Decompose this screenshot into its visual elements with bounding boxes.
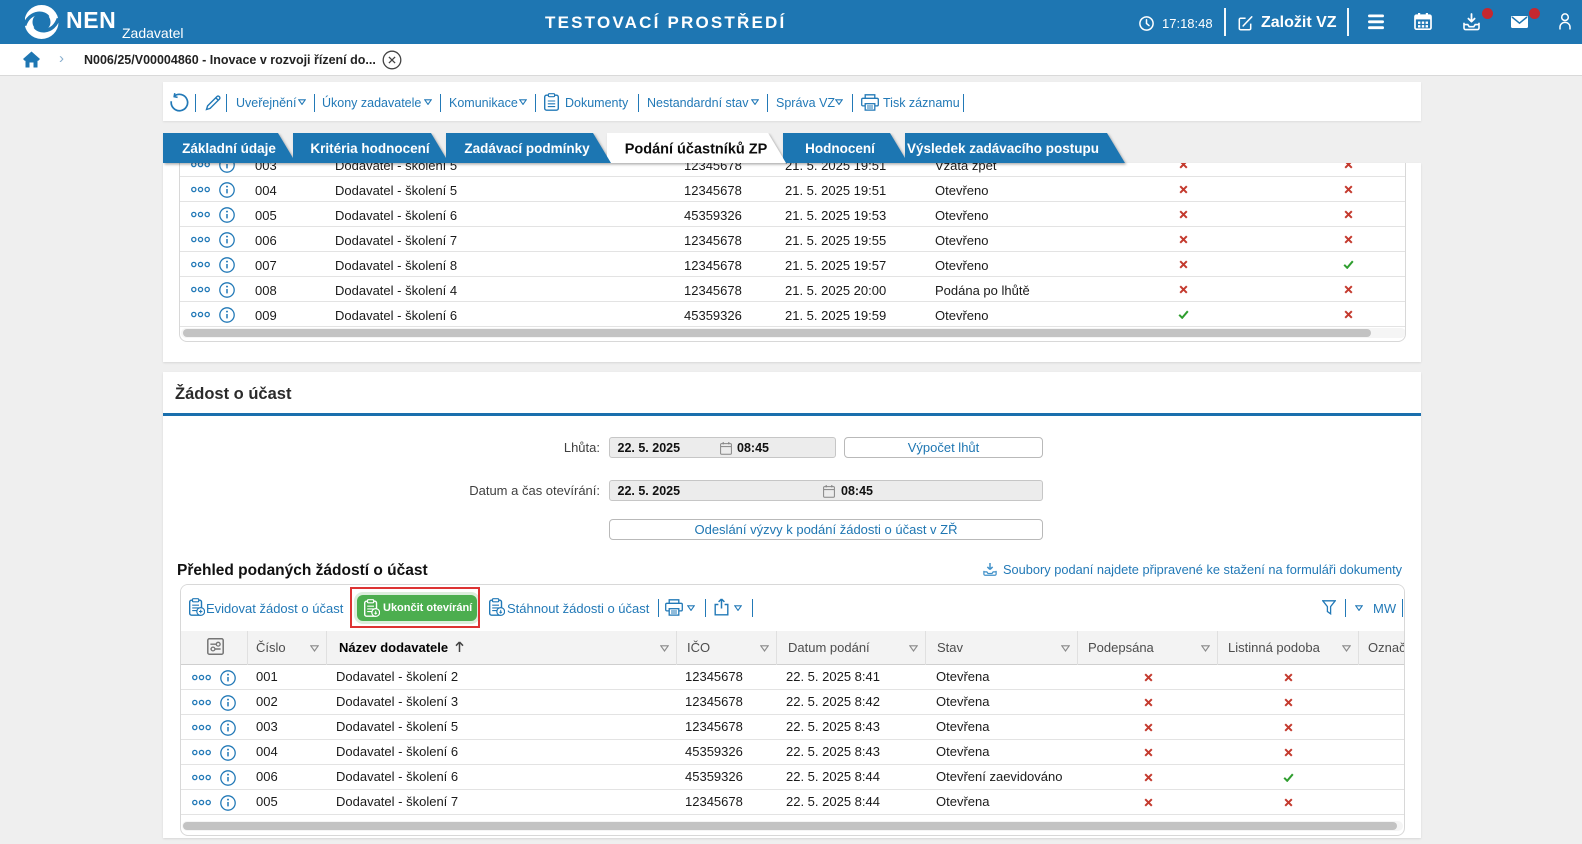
svg-text:Zadávací podmínky: Zadávací podmínky: [464, 141, 590, 156]
svg-text:Kritéria hodnocení: Kritéria hodnocení: [310, 141, 431, 156]
svg-text:Hodnocení: Hodnocení: [805, 141, 876, 156]
svg-text:Výsledek zadávacího postupu: Výsledek zadávacího postupu: [907, 141, 1099, 156]
svg-text:Podání účastníků ZP: Podání účastníků ZP: [625, 142, 768, 158]
svg-text:Základní údaje: Základní údaje: [182, 141, 276, 156]
